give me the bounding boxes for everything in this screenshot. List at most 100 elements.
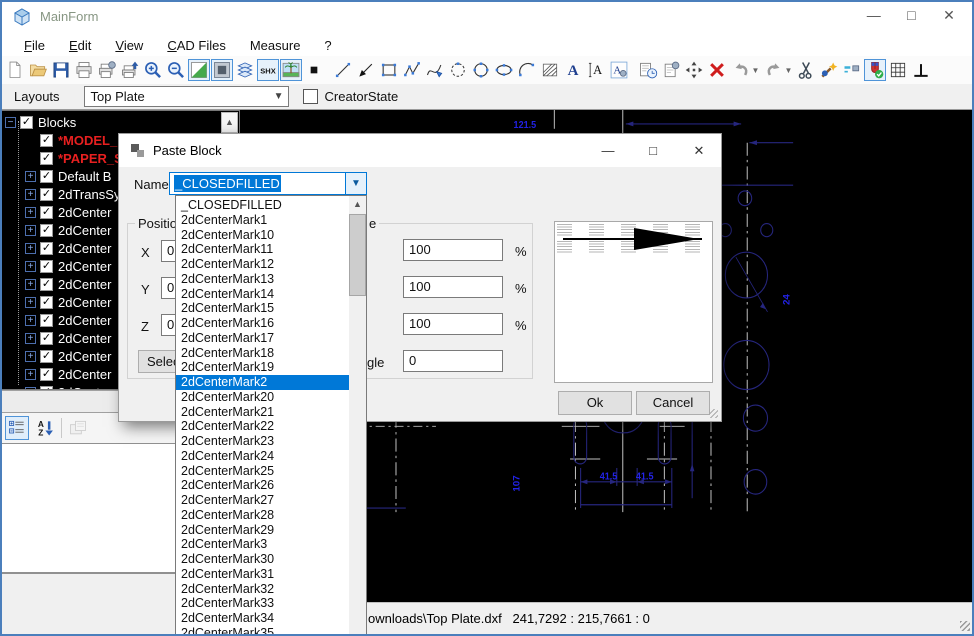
dropdown-item[interactable]: 2dCenterMark34 [176,611,349,626]
dropdown-item[interactable]: 2dCenterMark29 [176,523,349,538]
dropdown-item[interactable]: 2dCenterMark14 [176,287,349,302]
tree-checkbox[interactable]: ✓ [40,260,53,273]
dropdown-item[interactable]: 2dCenterMark26 [176,478,349,493]
undo-icon[interactable]: ▼ [729,59,761,81]
dialog-title-bar[interactable]: Paste Block [119,134,721,167]
dropdown-item[interactable]: 2dCenterMark13 [176,272,349,287]
dropdown-item[interactable]: 2dCenterMark24 [176,449,349,464]
coordinates-icon[interactable] [841,59,863,81]
tree-item[interactable]: +✓2dTransSy [25,185,120,203]
tree-item[interactable]: ✓*MODEL_ [25,131,117,149]
grid-icon[interactable] [887,59,909,81]
expand-icon[interactable]: + [25,261,36,272]
dropdown-scrollbar[interactable]: ▲ [349,196,366,635]
tree-root-blocks[interactable]: −✓Blocks [5,113,76,131]
block-time-icon[interactable] [637,59,659,81]
dropdown-item[interactable]: 2dCenterMark33 [176,596,349,611]
new-file-icon[interactable] [4,59,26,81]
delete-icon[interactable] [706,59,728,81]
draw-circle-icon[interactable] [470,59,492,81]
dropdown-item[interactable]: 2dCenterMark18 [176,346,349,361]
scale-z-field[interactable]: 100 [403,313,503,335]
zoom-extents-icon[interactable] [683,59,705,81]
dropdown-item[interactable]: 2dCenterMark10 [176,228,349,243]
dropdown-item[interactable]: 2dCenterMark30 [176,552,349,567]
expand-icon[interactable]: + [25,225,36,236]
print-setup-icon[interactable] [96,59,118,81]
draw-rectangle-icon[interactable] [378,59,400,81]
draw-cloud-icon[interactable] [447,59,469,81]
text-style-icon[interactable]: A [608,59,630,81]
paste-special-icon[interactable] [818,59,840,81]
save-icon[interactable] [50,59,72,81]
cancel-button[interactable]: Cancel [636,391,710,415]
show-image-icon[interactable] [280,59,302,81]
menu-item-?[interactable]: ? [312,36,343,55]
dropdown-item[interactable]: 2dCenterMark15 [176,301,349,316]
layers-icon[interactable] [234,59,256,81]
angle-field[interactable]: 0 [403,350,503,372]
window-maximize-button[interactable]: □ [894,2,928,28]
collapse-icon[interactable]: − [5,117,16,128]
tree-checkbox[interactable]: ✓ [40,350,53,363]
dropdown-item[interactable]: 2dCenterMark1 [176,213,349,228]
window-resize-grip[interactable] [960,621,970,631]
dialog-resize-grip[interactable] [709,409,718,418]
chevron-down-icon[interactable]: ▼ [345,173,366,194]
scroll-up-icon[interactable]: ▲ [221,112,238,133]
scrollbar-thumb[interactable] [349,214,366,296]
tree-item[interactable]: +✓2dCenter [25,257,111,275]
expand-icon[interactable]: + [25,369,36,380]
dialog-maximize-button[interactable]: □ [638,140,668,162]
tree-item[interactable]: +✓2dCenter [25,347,111,365]
tree-item[interactable]: +✓2dCenter [25,239,111,257]
dialog-minimize-button[interactable]: — [593,140,623,162]
dropdown-item[interactable]: 2dCenterMark20 [176,390,349,405]
draw-leader-icon[interactable] [355,59,377,81]
tree-checkbox[interactable]: ✓ [40,332,53,345]
dropdown-item[interactable]: 2dCenterMark19 [176,360,349,375]
paste-block-icon[interactable] [660,59,682,81]
tree-item[interactable]: +✓2dCente [25,383,107,390]
tree-item[interactable]: +✓2dCenter [25,329,111,347]
dropdown-item[interactable]: 2dCenterMark16 [176,316,349,331]
tree-checkbox[interactable]: ✓ [40,152,53,165]
menu-item-cad-files[interactable]: CAD Files [155,36,238,55]
expand-icon[interactable]: + [25,333,36,344]
expand-icon[interactable]: + [25,171,36,182]
dropdown-item[interactable]: 2dCenterMark32 [176,582,349,597]
open-file-icon[interactable] [27,59,49,81]
draw-spline-icon[interactable] [424,59,446,81]
background-icon[interactable] [211,59,233,81]
dropdown-item[interactable]: 2dCenterMark2 [176,375,349,390]
dropdown-item[interactable]: 2dCenterMark17 [176,331,349,346]
tree-item[interactable]: +✓Default B [25,167,111,185]
tree-checkbox[interactable]: ✓ [40,170,53,183]
window-minimize-button[interactable]: — [857,2,891,28]
scale-y-field[interactable]: 100 [403,276,503,298]
menu-item-edit[interactable]: Edit [57,36,103,55]
snap-icon[interactable] [864,59,886,81]
tree-checkbox[interactable]: ✓ [40,368,53,381]
redo-icon[interactable]: ▼ [762,59,794,81]
scroll-up-icon[interactable]: ▲ [349,196,366,213]
expand-icon[interactable]: + [25,351,36,362]
dropdown-item[interactable]: 2dCenterMark28 [176,508,349,523]
expand-icon[interactable]: + [25,189,36,200]
draw-polyline-icon[interactable] [401,59,423,81]
tree-checkbox[interactable]: ✓ [40,242,53,255]
dropdown-item[interactable]: _CLOSEDFILLED [176,198,349,213]
tree-checkbox[interactable]: ✓ [20,116,33,129]
color-swatch-icon[interactable] [303,59,325,81]
fit-view-icon[interactable] [188,59,210,81]
tree-item[interactable]: +✓2dCenter [25,203,111,221]
tree-item[interactable]: +✓2dCenter [25,293,111,311]
ortho-icon[interactable] [910,59,932,81]
layout-combobox[interactable]: Top Plate ▼ [84,86,289,107]
dropdown-item[interactable]: 2dCenterMark3 [176,537,349,552]
text-edit-icon[interactable]: A [585,59,607,81]
zoom-in-icon[interactable] [142,59,164,81]
expand-icon[interactable]: + [25,279,36,290]
dropdown-item[interactable]: 2dCenterMark35 [176,626,349,636]
alphabetical-icon[interactable]: AZ [33,416,57,440]
